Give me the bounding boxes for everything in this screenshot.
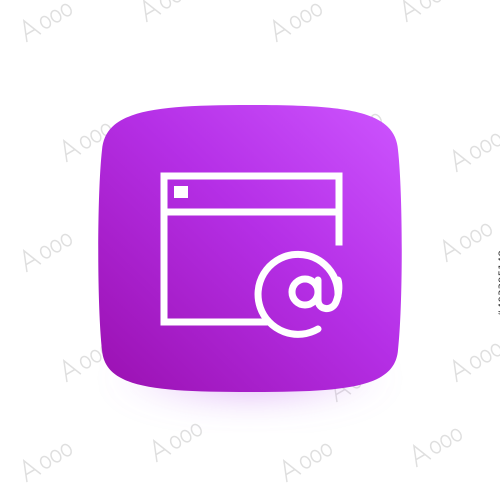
browser-window-email-icon[interactable]: [0, 0, 500, 500]
icon-background: [98, 105, 402, 392]
canvas: #403395148: [0, 0, 500, 500]
window-button-icon: [174, 186, 188, 198]
